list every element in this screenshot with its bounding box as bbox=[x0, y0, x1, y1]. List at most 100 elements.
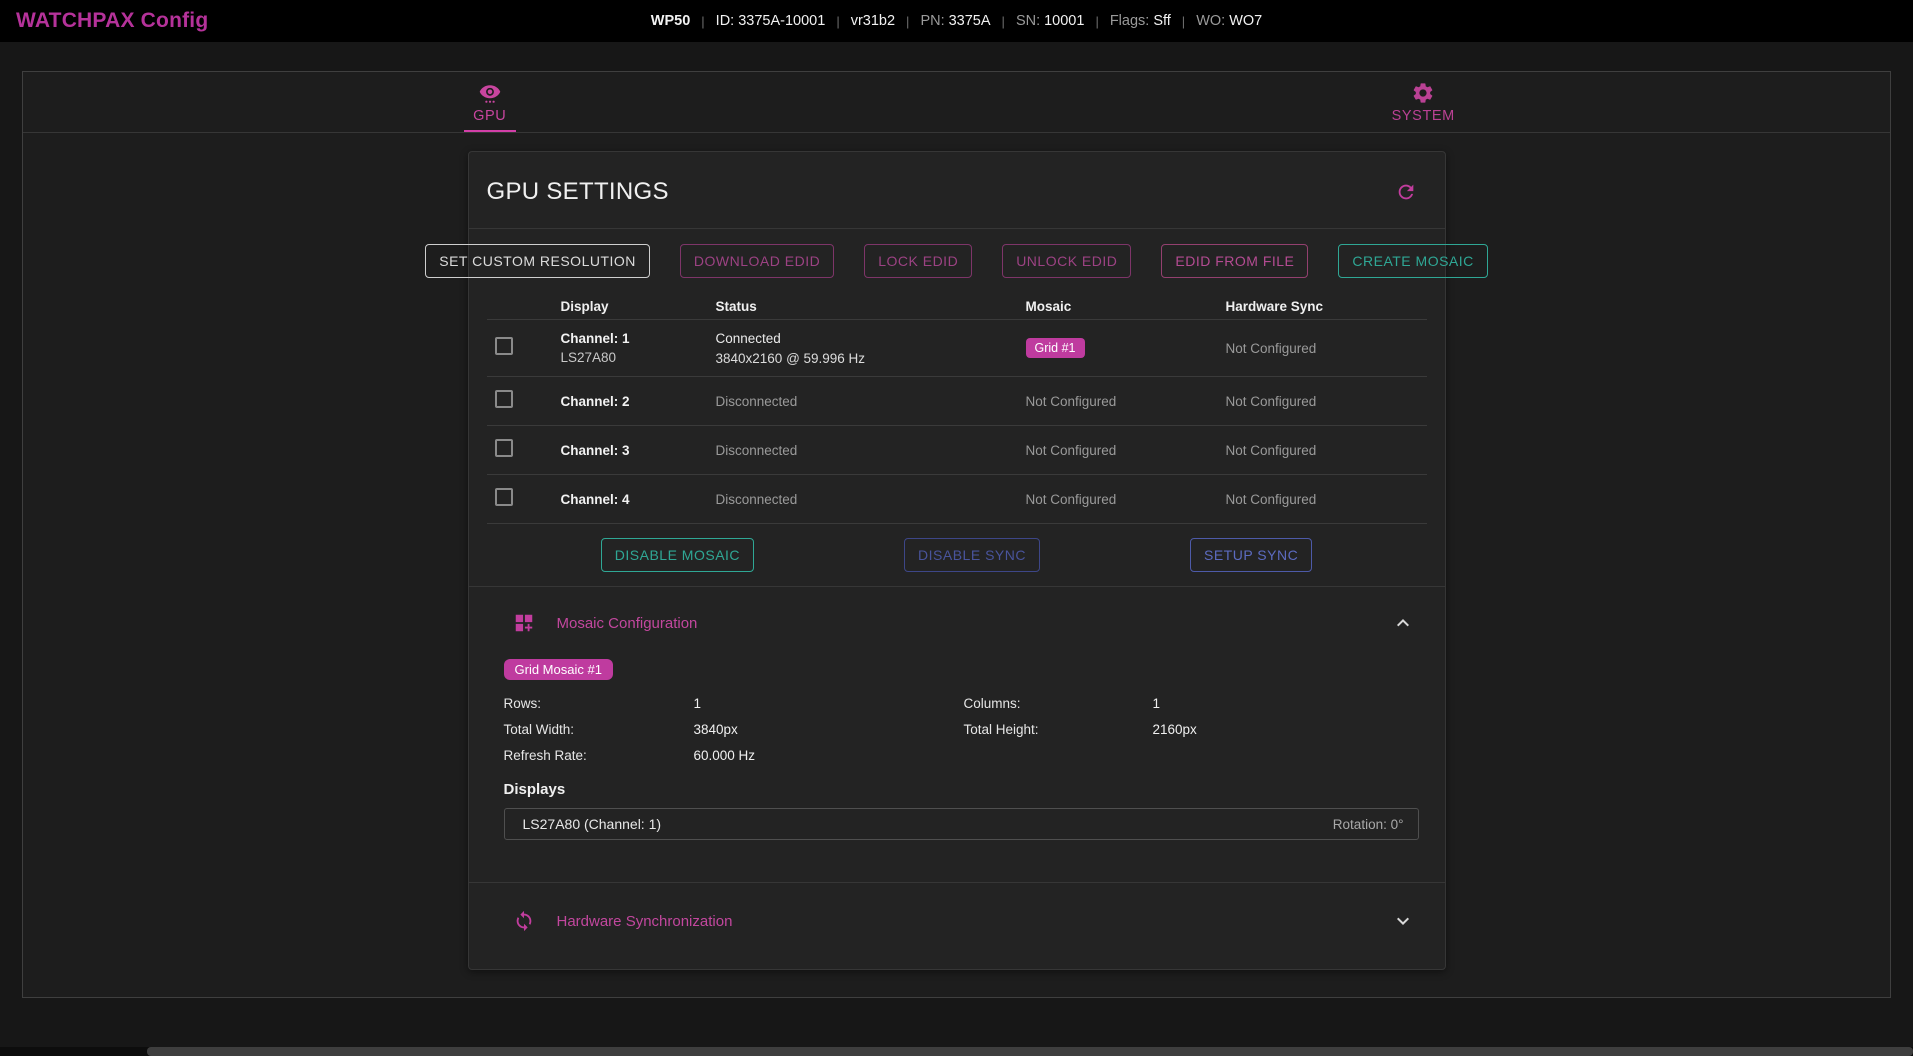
flags-label: Flags: bbox=[1110, 13, 1150, 29]
channel-2-checkbox[interactable] bbox=[495, 390, 513, 408]
channel-label: Channel: 4 bbox=[561, 492, 704, 507]
rows-label: Rows: bbox=[504, 696, 694, 711]
hardware-sync-panel: Hardware Synchronization bbox=[469, 882, 1445, 969]
table-row-channel-1: Channel: 1 LS27A80 Connected 3840x2160 @… bbox=[487, 320, 1427, 377]
channel-label: Channel: 3 bbox=[561, 443, 704, 458]
device-id: ID: 3375A-10001 bbox=[716, 13, 826, 29]
device-model: WP50 bbox=[651, 13, 691, 29]
tab-bar: GPU SYSTEM bbox=[23, 72, 1890, 133]
mosaic-status: Not Configured bbox=[1014, 443, 1214, 458]
col-display: Display bbox=[549, 299, 704, 314]
channel-1-checkbox[interactable] bbox=[495, 337, 513, 355]
mosaic-configuration-body: Grid Mosaic #1 Rows: 1 Columns: 1 Total … bbox=[469, 659, 1445, 882]
mosaic-fields: Rows: 1 Columns: 1 Total Width: 3840px T… bbox=[504, 696, 1419, 763]
table-row-channel-4: Channel: 4 Disconnected Not Configured N… bbox=[487, 475, 1427, 524]
device-version: vr31b2 bbox=[851, 13, 895, 29]
unlock-edid-button[interactable]: UNLOCK EDID bbox=[1002, 244, 1131, 278]
disable-mosaic-button[interactable]: DISABLE MOSAIC bbox=[601, 538, 754, 572]
refresh-rate-label: Refresh Rate: bbox=[504, 748, 694, 763]
wo-label: WO: bbox=[1196, 13, 1225, 29]
separator: | bbox=[701, 14, 704, 29]
mosaic-status: Not Configured bbox=[1014, 394, 1214, 409]
status-detail: 3840x2160 @ 59.996 Hz bbox=[716, 351, 1014, 366]
horizontal-scrollbar-thumb[interactable] bbox=[147, 1047, 1913, 1056]
hardware-sync-status: Not Configured bbox=[1214, 394, 1427, 409]
setup-sync-button[interactable]: SETUP SYNC bbox=[1190, 538, 1312, 572]
status-text: Disconnected bbox=[704, 443, 1014, 458]
device-info-bar: WP50 | ID: 3375A-10001 | vr31b2 | PN: 33… bbox=[651, 13, 1262, 29]
columns-value: 1 bbox=[1153, 696, 1419, 711]
display-item-rotation: Rotation: 0° bbox=[1333, 817, 1404, 832]
separator: | bbox=[1182, 14, 1185, 29]
table-row-channel-3: Channel: 3 Disconnected Not Configured N… bbox=[487, 426, 1427, 475]
toolbar: SET CUSTOM RESOLUTION DOWNLOAD EDID LOCK… bbox=[469, 228, 1445, 293]
channel-4-checkbox[interactable] bbox=[495, 488, 513, 506]
total-height-value: 2160px bbox=[1153, 722, 1419, 737]
mosaic-configuration-label: Mosaic Configuration bbox=[557, 615, 1391, 632]
sn-label: SN: bbox=[1016, 13, 1040, 29]
edid-from-file-button[interactable]: EDID FROM FILE bbox=[1161, 244, 1308, 278]
app-title: WATCHPAX Config bbox=[16, 9, 208, 33]
disable-sync-button[interactable]: DISABLE SYNC bbox=[904, 538, 1040, 572]
rows-value: 1 bbox=[694, 696, 964, 711]
separator: | bbox=[836, 14, 839, 29]
status-text: Connected bbox=[716, 331, 1014, 346]
wo-value: WO7 bbox=[1229, 13, 1262, 29]
tab-system[interactable]: SYSTEM bbox=[957, 72, 1891, 132]
mosaic-configuration-panel: Mosaic Configuration Grid Mosaic #1 Rows… bbox=[469, 587, 1445, 882]
hardware-sync-status: Not Configured bbox=[1214, 443, 1427, 458]
hardware-sync-status: Not Configured bbox=[1214, 341, 1427, 356]
chevron-down-icon[interactable] bbox=[1391, 909, 1415, 933]
mosaic-configuration-header[interactable]: Mosaic Configuration bbox=[469, 587, 1445, 659]
gpu-settings-card: GPU SETTINGS SET CUSTOM RESOLUTION DOWNL… bbox=[468, 151, 1446, 970]
create-mosaic-button[interactable]: CREATE MOSAIC bbox=[1338, 244, 1487, 278]
hardware-sync-header[interactable]: Hardware Synchronization bbox=[469, 883, 1445, 969]
display-list-item[interactable]: LS27A80 (Channel: 1) Rotation: 0° bbox=[504, 808, 1419, 840]
mosaic-badge: Grid #1 bbox=[1026, 338, 1085, 358]
main-container: GPU SYSTEM GPU SETTINGS SET CUSTOM RESOL… bbox=[22, 71, 1891, 998]
col-mosaic: Mosaic bbox=[1014, 299, 1214, 314]
refresh-icon bbox=[1395, 181, 1417, 203]
channel-label: Channel: 2 bbox=[561, 394, 704, 409]
separator: | bbox=[1095, 14, 1098, 29]
active-tab-indicator bbox=[464, 130, 516, 132]
col-status: Status bbox=[704, 299, 1014, 314]
tab-gpu[interactable]: GPU bbox=[23, 72, 957, 132]
actions-row: DISABLE MOSAIC DISABLE SYNC SETUP SYNC bbox=[469, 524, 1445, 587]
total-height-label: Total Height: bbox=[964, 722, 1153, 737]
total-width-value: 3840px bbox=[694, 722, 964, 737]
set-custom-resolution-button[interactable]: SET CUSTOM RESOLUTION bbox=[425, 244, 650, 278]
tab-gpu-label: GPU bbox=[473, 108, 506, 124]
channels-table: Display Status Mosaic Hardware Sync Chan… bbox=[487, 293, 1427, 524]
lock-edid-button[interactable]: LOCK EDID bbox=[864, 244, 972, 278]
tab-system-label: SYSTEM bbox=[1392, 108, 1455, 124]
sync-loop-icon bbox=[513, 910, 535, 932]
pn-label: PN: bbox=[920, 13, 944, 29]
flags-value: Sff bbox=[1153, 13, 1170, 29]
sn-value: 10001 bbox=[1044, 13, 1084, 29]
horizontal-scrollbar-track bbox=[0, 1047, 1913, 1056]
channel-label: Channel: 1 bbox=[561, 331, 704, 346]
total-width-label: Total Width: bbox=[504, 722, 694, 737]
gear-icon bbox=[1411, 81, 1435, 105]
table-header-row: Display Status Mosaic Hardware Sync bbox=[487, 293, 1427, 320]
chevron-up-icon[interactable] bbox=[1391, 611, 1415, 635]
channel-3-checkbox[interactable] bbox=[495, 439, 513, 457]
columns-label: Columns: bbox=[964, 696, 1153, 711]
display-item-name: LS27A80 (Channel: 1) bbox=[523, 816, 662, 832]
download-edid-button[interactable]: DOWNLOAD EDID bbox=[680, 244, 834, 278]
panel-title: GPU SETTINGS bbox=[487, 178, 669, 206]
table-row-channel-2: Channel: 2 Disconnected Not Configured N… bbox=[487, 377, 1427, 426]
card-header: GPU SETTINGS bbox=[469, 152, 1445, 228]
display-name: LS27A80 bbox=[561, 350, 704, 365]
hardware-sync-label: Hardware Synchronization bbox=[557, 913, 1391, 930]
status-text: Disconnected bbox=[704, 492, 1014, 507]
status-text: Disconnected bbox=[704, 394, 1014, 409]
mosaic-status: Not Configured bbox=[1014, 492, 1214, 507]
separator: | bbox=[906, 14, 909, 29]
separator: | bbox=[1002, 14, 1005, 29]
col-hardware-sync: Hardware Sync bbox=[1214, 299, 1427, 314]
app-header: WATCHPAX Config WP50 | ID: 3375A-10001 |… bbox=[0, 0, 1913, 42]
refresh-button[interactable] bbox=[1395, 181, 1417, 203]
refresh-rate-value: 60.000 Hz bbox=[694, 748, 964, 763]
